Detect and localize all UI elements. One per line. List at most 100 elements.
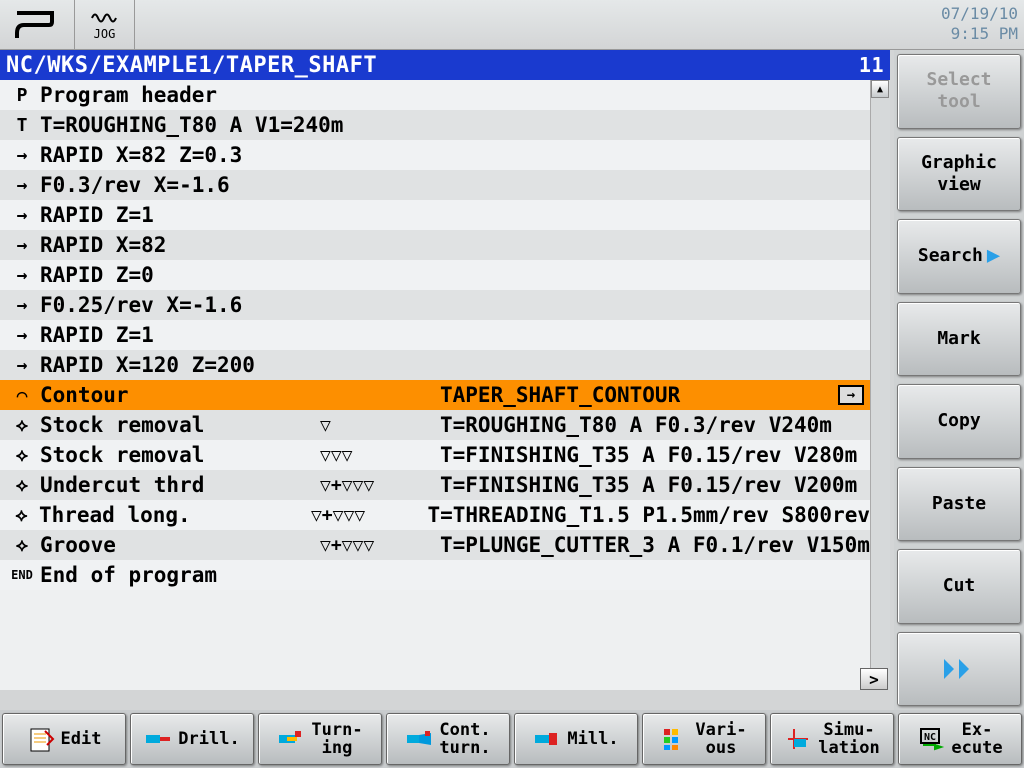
simulation-button[interactable]: Simu-lation [770, 713, 894, 765]
step-params: T=PLUNGE_CUTTER_3 A F0.1/rev V150m [440, 533, 870, 557]
program-row[interactable]: PProgram header [0, 80, 870, 110]
step-params: T=THREADING_T1.5 P1.5mm/rev S800rev [428, 503, 871, 527]
step-icon: P [4, 85, 40, 106]
sim-icon [784, 725, 812, 753]
step-label: RAPID X=82 Z=0.3 [40, 143, 320, 167]
various-button[interactable]: Vari-ous [642, 713, 766, 765]
program-row[interactable]: →F0.3/rev X=-1.6 [0, 170, 870, 200]
step-icon: ⟡ [4, 415, 40, 436]
step-label: Thread long. [39, 503, 311, 527]
scroll-up-icon[interactable]: ▲ [871, 80, 889, 98]
step-icon: ⟡ [4, 505, 39, 526]
drill-icon [144, 725, 172, 753]
program-row[interactable]: →RAPID Z=0 [0, 260, 870, 290]
search-button[interactable]: Search▶ [897, 219, 1021, 294]
program-row[interactable]: ⌒ContourTAPER_SHAFT_CONTOUR→ [0, 380, 870, 410]
step-label: RAPID X=120 Z=200 [40, 353, 320, 377]
program-row[interactable]: →RAPID Z=1 [0, 320, 870, 350]
program-list[interactable]: PProgram headerTT=ROUGHING_T80 A V1=240m… [0, 80, 870, 690]
copy-button[interactable]: Copy [897, 384, 1021, 459]
time-text: 9:15 PM [941, 24, 1018, 44]
program-row[interactable]: ⟡Stock removal▽T=ROUGHING_T80 A F0.3/rev… [0, 410, 870, 440]
step-label: RAPID Z=0 [40, 263, 320, 287]
line-number: 11 [859, 53, 884, 77]
softkey-label: Vari-ous [695, 721, 746, 757]
select-tool-button: Selecttool [897, 54, 1021, 129]
step-label: RAPID X=82 [40, 233, 320, 257]
expand-arrow-icon[interactable]: → [838, 385, 864, 405]
softkey-label: Simu-lation [818, 721, 879, 757]
step-icon: → [4, 205, 40, 226]
step-icon: → [4, 145, 40, 166]
softkey-label: Mill. [567, 730, 618, 748]
date-text: 07/19/10 [941, 4, 1018, 24]
step-icon: ⌒ [4, 385, 40, 406]
arrow-right-icon: ▶ [987, 245, 1000, 267]
step-marks: ▽+▽▽▽ [311, 505, 428, 526]
step-label: Program header [40, 83, 320, 107]
program-row[interactable]: →RAPID X=82 Z=0.3 [0, 140, 870, 170]
step-label: RAPID Z=1 [40, 203, 320, 227]
program-row[interactable]: →F0.25/rev X=-1.6 [0, 290, 870, 320]
program-row[interactable]: ⟡Undercut thrd▽+▽▽▽T=FINISHING_T35 A F0.… [0, 470, 870, 500]
program-row[interactable]: →RAPID X=82 [0, 230, 870, 260]
forward-button[interactable] [897, 632, 1021, 707]
step-params: T=ROUGHING_T80 A F0.3/rev V240m [440, 413, 870, 437]
program-row[interactable]: ⟡Groove▽+▽▽▽T=PLUNGE_CUTTER_3 A F0.1/rev… [0, 530, 870, 560]
execute-button[interactable]: NC Ex-ecute [898, 713, 1022, 765]
step-label: Contour [40, 383, 320, 407]
step-icon: T [4, 115, 40, 136]
edit-icon [27, 725, 55, 753]
turn-icon [277, 725, 305, 753]
step-label: F0.3/rev X=-1.6 [40, 173, 320, 197]
mark-button[interactable]: Mark [897, 302, 1021, 377]
end-icon: END [4, 568, 40, 582]
edit-button[interactable]: Edit [2, 713, 126, 765]
softkey-label: Edit [61, 730, 102, 748]
program-row[interactable]: ENDEnd of program [0, 560, 870, 590]
vertical-scrollbar[interactable]: ▲ [870, 80, 890, 690]
program-row[interactable]: →RAPID Z=1 [0, 200, 870, 230]
step-params: T=FINISHING_T35 A F0.15/rev V280m [440, 443, 870, 467]
program-editor: PProgram headerTT=ROUGHING_T80 A V1=240m… [0, 80, 890, 690]
step-marks: ▽ [320, 415, 440, 436]
softkey-label: Drill. [178, 730, 239, 748]
step-icon: → [4, 265, 40, 286]
softkey-label: Cont.turn. [439, 721, 490, 757]
cut-button[interactable]: Cut [897, 549, 1021, 624]
more-arrow-button[interactable]: > [860, 668, 888, 690]
cturn-icon [405, 725, 433, 753]
contour-turn-button[interactable]: Cont.turn. [386, 713, 510, 765]
program-row[interactable]: TT=ROUGHING_T80 A V1=240m [0, 110, 870, 140]
program-row[interactable]: →RAPID X=120 Z=200 [0, 350, 870, 380]
step-label: Stock removal [40, 413, 320, 437]
paste-button[interactable]: Paste [897, 467, 1021, 542]
turning-button[interactable]: Turn-ing [258, 713, 382, 765]
step-marks: ▽▽▽ [320, 445, 440, 466]
path-bar: NC/WKS/EXAMPLE1/TAPER_SHAFT 11 [0, 50, 890, 80]
milling-button[interactable]: Mill. [514, 713, 638, 765]
program-row[interactable]: ⟡Stock removal▽▽▽T=FINISHING_T35 A F0.15… [0, 440, 870, 470]
step-label: End of program [40, 563, 320, 587]
machine-mode-icon [0, 0, 75, 50]
step-marks: ▽+▽▽▽ [320, 535, 440, 556]
step-icon: ⟡ [4, 445, 40, 466]
step-icon: → [4, 175, 40, 196]
softkey-label: Ex-ecute [951, 721, 1002, 757]
horizontal-softkey-panel: Edit Drill. Turn-ing Cont.turn. Mill. Vari-ou… [0, 710, 1024, 768]
mill-icon [533, 725, 561, 753]
step-icon: → [4, 355, 40, 376]
var-icon [661, 725, 689, 753]
program-path: NC/WKS/EXAMPLE1/TAPER_SHAFT [6, 53, 377, 78]
step-label: RAPID Z=1 [40, 323, 320, 347]
drill-button[interactable]: Drill. [130, 713, 254, 765]
step-label: Undercut thrd [40, 473, 320, 497]
step-icon: → [4, 235, 40, 256]
step-icon: ⟡ [4, 475, 40, 496]
step-label: Stock removal [40, 443, 320, 467]
step-params: T=FINISHING_T35 A F0.15/rev V200m [440, 473, 870, 497]
svg-text:NC: NC [924, 732, 936, 743]
top-bar: JOG 07/19/10 9:15 PM [0, 0, 1024, 50]
graphic-view-button[interactable]: Graphicview [897, 137, 1021, 212]
program-row[interactable]: ⟡Thread long.▽+▽▽▽T=THREADING_T1.5 P1.5m… [0, 500, 870, 530]
